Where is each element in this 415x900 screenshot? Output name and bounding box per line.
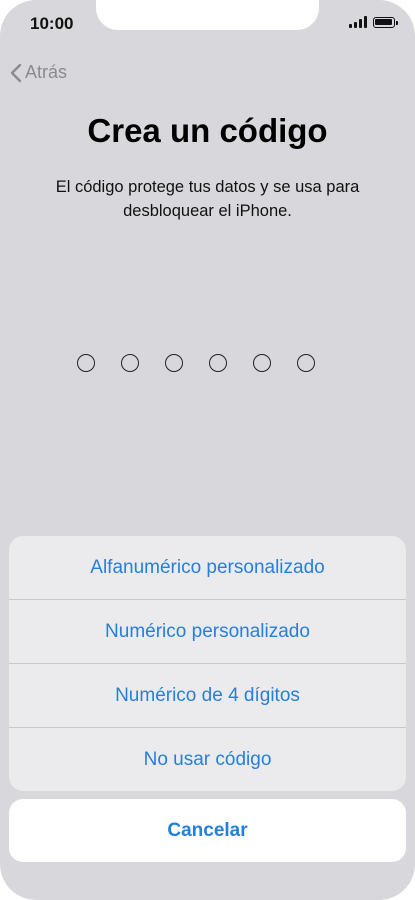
- passcode-option-2[interactable]: Numérico de 4 dígitos: [9, 664, 406, 728]
- page-title: Crea un código: [87, 112, 328, 149]
- back-button-label: Atrás: [25, 62, 68, 82]
- phone-screen: 10:00 Atrás Crea un código El código pro…: [0, 0, 415, 900]
- battery-icon: [373, 17, 398, 28]
- passcode-option-1[interactable]: Numérico personalizado: [9, 600, 406, 664]
- status-icons: [349, 16, 398, 28]
- status-bar: 10:00: [0, 0, 415, 48]
- passcode-dot: [165, 354, 183, 372]
- passcode-dot: [121, 354, 139, 372]
- cellular-signal-icon: [349, 16, 367, 28]
- passcode-option-3[interactable]: No usar código: [9, 728, 406, 791]
- chevron-left-icon: [10, 63, 22, 82]
- passcode-dot: [297, 354, 315, 372]
- passcode-options-sheet: Alfanumérico personalizado Numérico perso…: [9, 536, 406, 791]
- cancel-button[interactable]: Cancelar: [9, 799, 406, 862]
- passcode-dots: [77, 354, 315, 372]
- passcode-option-0[interactable]: Alfanumérico personalizado: [9, 536, 406, 600]
- back-button[interactable]: Atrás: [10, 62, 67, 83]
- passcode-dot: [77, 354, 95, 372]
- status-time: 10:00: [30, 14, 74, 33]
- page-subtitle: El código protege tus datos y se usa par…: [55, 178, 360, 220]
- passcode-dot: [209, 354, 227, 372]
- passcode-dot: [253, 354, 271, 372]
- notch: [96, 0, 319, 30]
